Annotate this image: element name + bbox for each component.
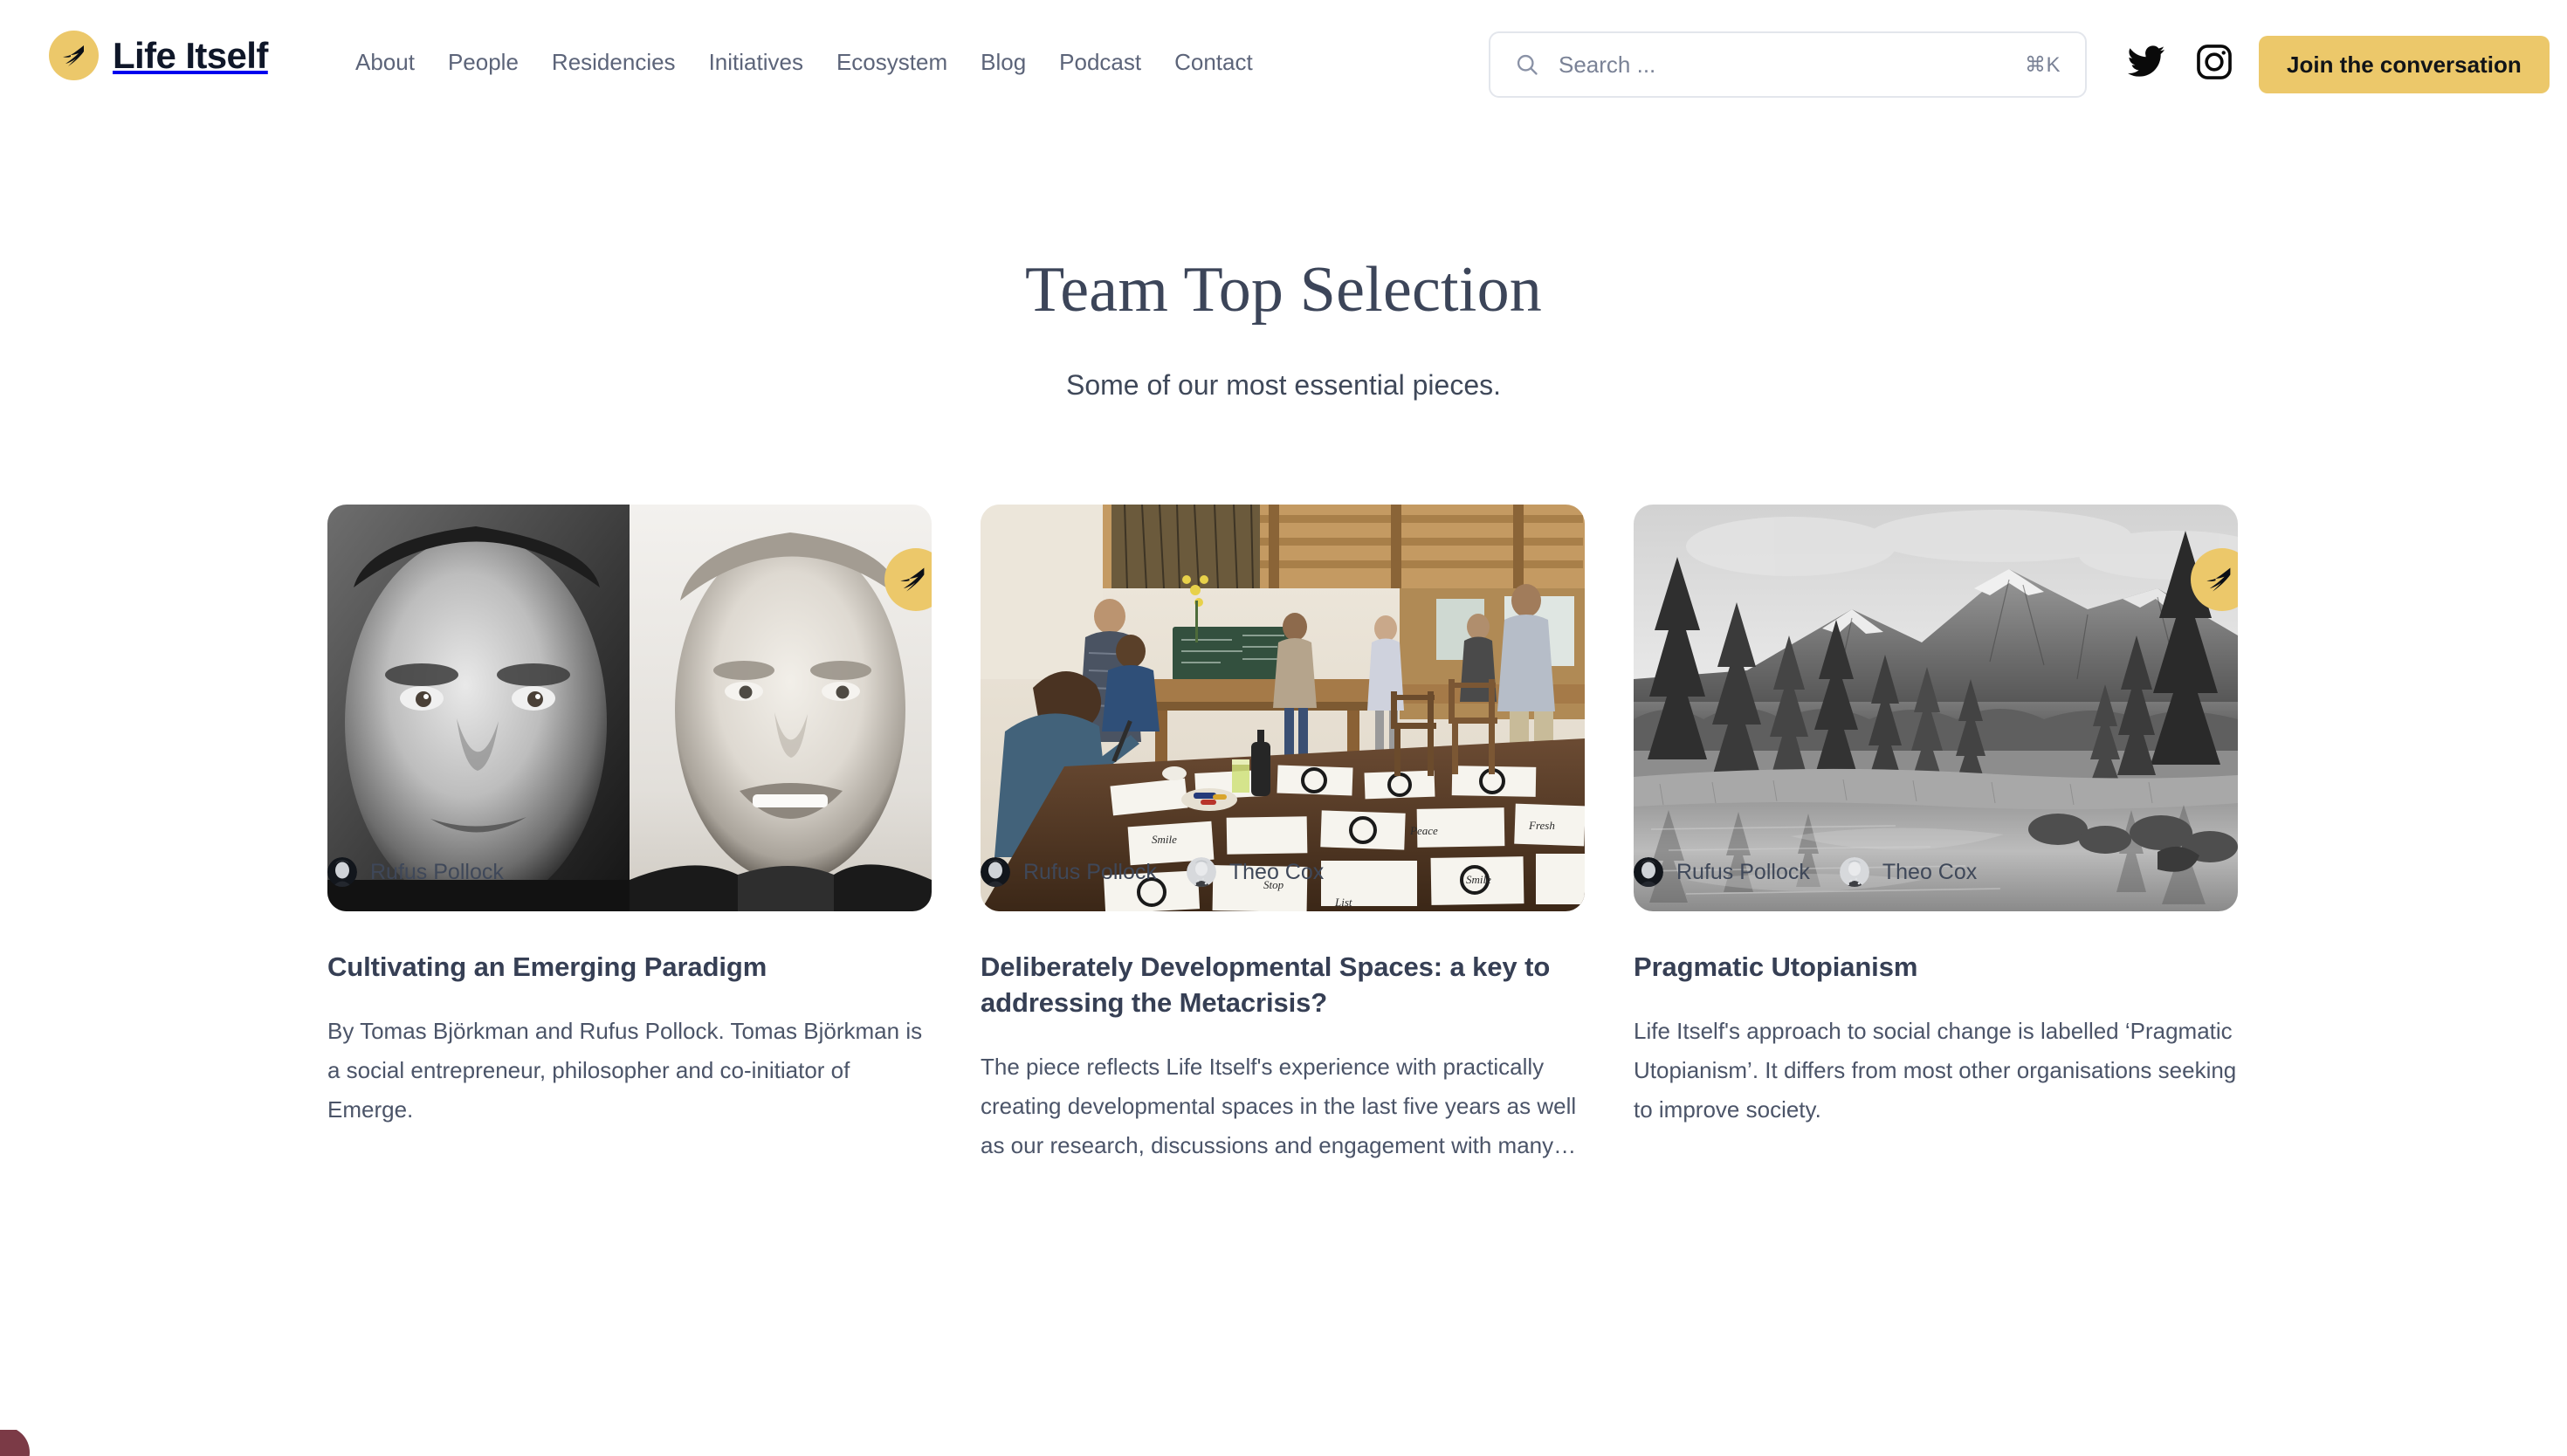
article-card[interactable]: Pragmatic Utopianism Life Itself's appro…: [1634, 505, 2238, 1165]
nav-item-ecosystem[interactable]: Ecosystem: [820, 48, 964, 78]
card-title[interactable]: Deliberately Developmental Spaces: a key…: [981, 950, 1585, 1021]
author-name: Rufus Pollock: [1676, 859, 1810, 884]
article-card[interactable]: Cultivating an Emerging Paradigm By Toma…: [327, 505, 932, 1165]
avatar: [327, 857, 357, 887]
avatar: [1839, 857, 1869, 887]
svg-text:Fresh: Fresh: [1528, 819, 1555, 832]
site-header: Life Itself About People Residencies Ini…: [0, 0, 2567, 129]
corner-widget-edge[interactable]: [0, 1430, 30, 1456]
svg-text:List: List: [1334, 896, 1352, 909]
primary-navigation: About People Residencies Initiatives Eco…: [339, 48, 1270, 78]
instagram-icon[interactable]: [2194, 42, 2234, 82]
svg-text:Peace: Peace: [1409, 824, 1438, 837]
avatar: [1186, 857, 1216, 887]
card-author-list: Rufus Pollock Theo Cox: [981, 857, 1324, 887]
avatar: [981, 857, 1010, 887]
nav-item-contact[interactable]: Contact: [1158, 48, 1270, 78]
author-rufus-pollock[interactable]: Rufus Pollock: [981, 857, 1157, 887]
nav-item-blog[interactable]: Blog: [964, 48, 1043, 78]
card-image[interactable]: [327, 505, 932, 911]
card-description: Life Itself's approach to social change …: [1634, 1017, 2237, 1123]
author-theo-cox[interactable]: Theo Cox: [1186, 857, 1325, 887]
nav-item-initiatives[interactable]: Initiatives: [692, 48, 820, 78]
author-theo-cox[interactable]: Theo Cox: [1839, 857, 1978, 887]
search-shortcut-hint: ⌘K: [2024, 52, 2061, 77]
author-rufus-pollock[interactable]: Rufus Pollock: [1634, 857, 1810, 887]
twitter-icon[interactable]: [2126, 42, 2166, 82]
svg-text:Smile: Smile: [1152, 833, 1177, 846]
card-title[interactable]: Pragmatic Utopianism: [1634, 950, 2238, 986]
brand-name: Life Itself: [113, 34, 268, 76]
page-title: Team Top Selection: [1025, 254, 1542, 326]
workshop-barn-image: SmileStop ListSmile Peace Fresh: [981, 505, 1585, 911]
card-author-list: Rufus Pollock Theo Cox: [1634, 857, 1977, 887]
author-name: Rufus Pollock: [370, 859, 504, 884]
author-name: Theo Cox: [1228, 859, 1325, 884]
search-icon: [1515, 52, 1539, 77]
svg-text:Smile: Smile: [1466, 873, 1491, 886]
article-card[interactable]: Smile Stop List Smile Peace Fresh Delibe…: [981, 505, 1585, 1165]
article-card-grid: Cultivating an Emerging Paradigm By Toma…: [327, 505, 2240, 1165]
join-the-conversation-button[interactable]: Join the conversation: [2259, 36, 2550, 93]
nav-item-people[interactable]: People: [431, 48, 535, 78]
card-description: The piece reflects Life Itself's experie…: [981, 1053, 1577, 1158]
card-image[interactable]: [1634, 505, 2238, 911]
nav-item-podcast[interactable]: Podcast: [1043, 48, 1158, 78]
portrait-diptych-image: [327, 505, 932, 911]
author-name: Rufus Pollock: [1023, 859, 1157, 884]
card-description: By Tomas Björkman and Rufus Pollock. Tom…: [327, 1017, 923, 1123]
card-image[interactable]: Smile Stop List Smile Peace Fresh: [981, 505, 1585, 911]
author-name: Theo Cox: [1882, 859, 1978, 884]
search-bar[interactable]: ⌘K: [1489, 31, 2087, 98]
card-title[interactable]: Cultivating an Emerging Paradigm: [327, 950, 932, 986]
page-subtitle: Some of our most essential pieces.: [1065, 369, 1501, 401]
search-input[interactable]: [1559, 51, 2025, 79]
brand-logo-link[interactable]: Life Itself: [49, 31, 268, 80]
nav-item-about[interactable]: About: [339, 48, 431, 78]
bird-arrow-icon: [49, 31, 99, 80]
card-author-list: Rufus Pollock: [327, 857, 504, 887]
page-header: Team Top Selection Some of our most esse…: [0, 253, 2567, 402]
nav-item-residencies[interactable]: Residencies: [535, 48, 692, 78]
author-rufus-pollock[interactable]: Rufus Pollock: [327, 857, 504, 887]
mountain-lake-image: [1634, 505, 2238, 911]
avatar: [1634, 857, 1663, 887]
